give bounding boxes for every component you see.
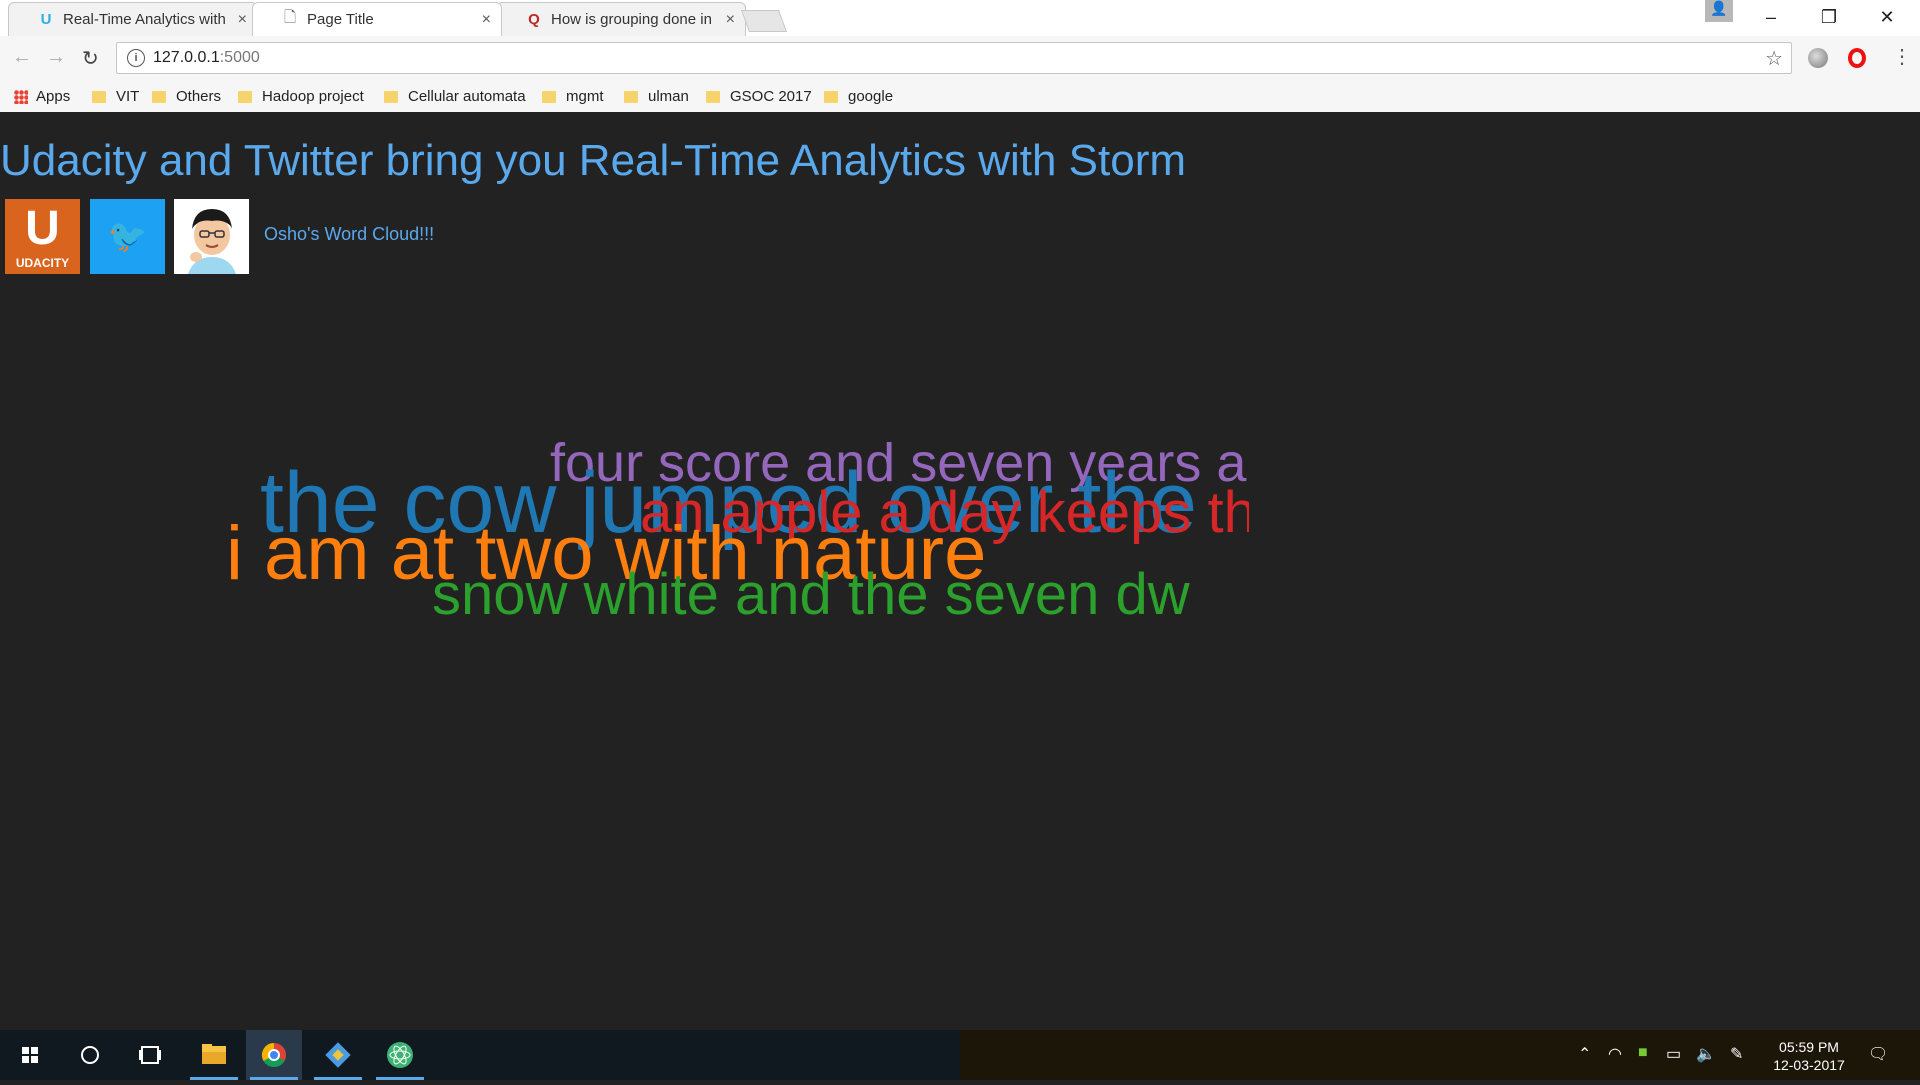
chevron-up-icon[interactable]: ⌃ <box>1578 1044 1591 1064</box>
windows-start-icon[interactable] <box>2 1030 58 1080</box>
folder-icon <box>92 90 106 103</box>
folder-icon <box>238 90 252 103</box>
close-icon[interactable]: × <box>482 11 491 29</box>
reload-icon[interactable]: ↻ <box>82 46 99 71</box>
close-window-icon[interactable]: ✕ <box>1858 0 1916 34</box>
browser-toolbar: ← → ↻ i 127.0.0.1:5000 ☆ ⋮ <box>0 36 1920 83</box>
tab-realtime-analytics[interactable]: U Real-Time Analytics with × <box>8 2 258 36</box>
new-tab-button[interactable] <box>740 10 788 32</box>
clock-date: 12-03-2017 <box>1773 1057 1845 1073</box>
apps-grid-icon <box>14 89 28 104</box>
info-icon[interactable]: i <box>127 49 145 67</box>
page-content: Udacity and Twitter bring you Real-Time … <box>0 112 1920 1030</box>
bookmarks-bar: Apps VIT Others Hadoop project Cellular … <box>0 82 1920 113</box>
pen-icon[interactable]: ✎ <box>1730 1044 1743 1064</box>
bookmark-vit[interactable]: VIT <box>92 88 139 105</box>
clock-time: 05:59 PM <box>1779 1039 1839 1055</box>
taskbar: ⌃ ◠ ■ ▭ 🔈 ✎ 05:59 PM 12-03-2017 🗨 <box>0 1030 1920 1080</box>
restore-icon[interactable]: ❐ <box>1800 0 1858 34</box>
atom-app-icon[interactable] <box>372 1030 428 1080</box>
profile-icon[interactable]: 👤 <box>1705 0 1733 22</box>
close-icon[interactable]: × <box>238 11 247 29</box>
bookmark-hadoop-project[interactable]: Hadoop project <box>238 88 364 105</box>
address-bar[interactable]: i 127.0.0.1:5000 ☆ <box>116 42 1792 74</box>
bookmark-apps[interactable]: Apps <box>14 88 70 105</box>
bookmark-gsoc-2017[interactable]: GSOC 2017 <box>706 88 812 105</box>
page-icon: 🗋 <box>283 9 297 26</box>
back-icon[interactable]: ← <box>12 46 32 69</box>
wifi-icon[interactable]: ◠ <box>1608 1044 1622 1064</box>
udacity-favicon-icon: U <box>40 11 52 28</box>
file-explorer-icon[interactable] <box>186 1030 242 1080</box>
volume-icon[interactable]: 🔈 <box>1696 1044 1716 1064</box>
nvidia-icon[interactable]: ■ <box>1638 1044 1648 1062</box>
bookmark-others[interactable]: Others <box>152 88 221 105</box>
bookmark-mgmt[interactable]: mgmt <box>542 88 604 105</box>
quora-favicon-icon: Q <box>528 11 540 28</box>
opera-extension-icon[interactable] <box>1848 48 1866 68</box>
search-circle-icon[interactable] <box>62 1030 118 1080</box>
minimize-icon[interactable]: – <box>1742 0 1800 34</box>
close-icon[interactable]: × <box>726 11 735 29</box>
url-text: 127.0.0.1:5000 <box>153 49 260 66</box>
cloud-phrase-snow-white: snow white and the seven dw <box>432 562 1190 627</box>
bookmark-ulman[interactable]: ulman <box>624 88 689 105</box>
taskbar-clock[interactable]: 05:59 PM 12-03-2017 <box>1764 1038 1854 1074</box>
folder-icon <box>152 90 166 103</box>
word-cloud: four score and seven years a the cow jum… <box>0 112 1920 1030</box>
tab-label: Page Title <box>307 11 374 28</box>
menu-icon[interactable]: ⋮ <box>1892 44 1912 69</box>
word-cloud-area: four score and seven years a the cow jum… <box>0 412 1249 772</box>
bookmark-google[interactable]: google <box>824 88 893 105</box>
tab-strip: U Real-Time Analytics with × 🗋 Page Titl… <box>0 0 1920 36</box>
forward-icon[interactable]: → <box>46 46 66 69</box>
task-view-icon[interactable] <box>122 1030 178 1080</box>
git-app-icon[interactable] <box>310 1030 366 1080</box>
notifications-icon[interactable]: 🗨 <box>1868 1044 1888 1064</box>
bookmark-cellular-automata[interactable]: Cellular automata <box>384 88 526 105</box>
tab-label: Real-Time Analytics with <box>63 11 226 28</box>
folder-icon <box>706 90 720 103</box>
folder-icon <box>542 90 556 103</box>
folder-icon <box>824 90 838 103</box>
tab-page-title[interactable]: 🗋 Page Title × <box>252 2 502 36</box>
battery-icon[interactable]: ▭ <box>1666 1044 1681 1064</box>
tab-grouping[interactable]: Q How is grouping done in × <box>496 2 746 36</box>
folder-icon <box>384 90 398 103</box>
extension-globe-icon[interactable] <box>1808 48 1828 68</box>
chrome-taskbar-icon[interactable] <box>246 1030 302 1080</box>
bookmark-star-icon[interactable]: ☆ <box>1765 46 1783 71</box>
folder-icon <box>624 90 638 103</box>
tab-label: How is grouping done in <box>551 11 712 28</box>
